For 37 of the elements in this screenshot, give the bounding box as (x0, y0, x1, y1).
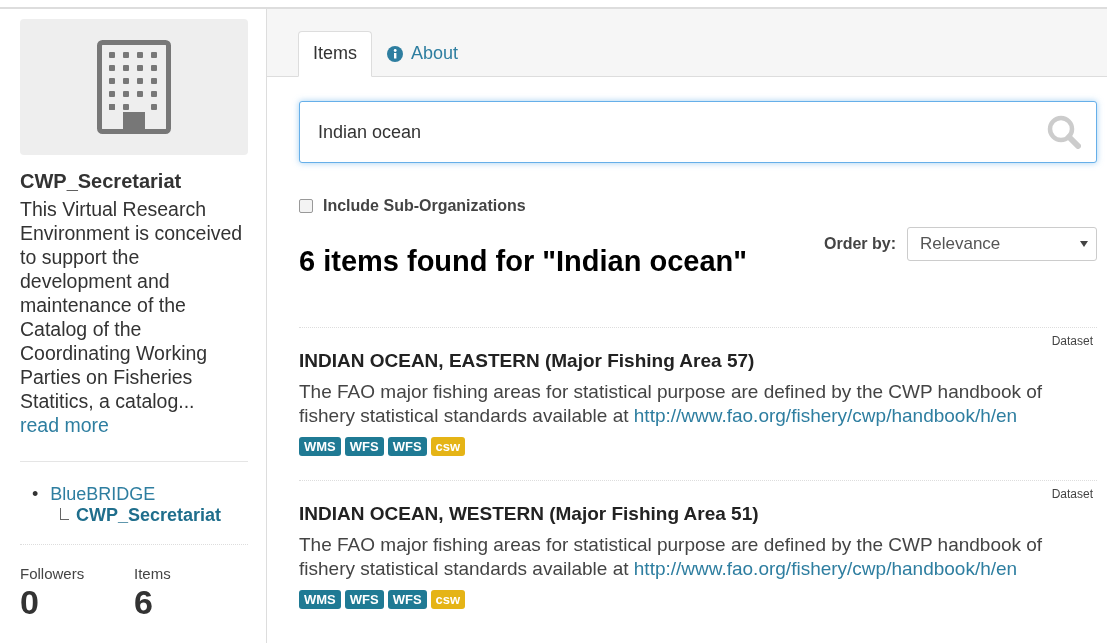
caret-icon (1080, 241, 1088, 247)
stat-value: 6 (134, 582, 154, 622)
order-by-label: Order by: (824, 235, 896, 253)
results-heading: 6 items found for "Indian ocean" (299, 245, 748, 278)
format-tag[interactable]: WFS (344, 437, 384, 456)
checkbox-label: Include Sub-Organizations (323, 197, 526, 215)
result-type: Dataset (1050, 334, 1094, 348)
result-type: Dataset (1050, 487, 1094, 501)
handbook-link[interactable]: http://www.fao.org/fishery/cwp/handbook/h/en (633, 405, 1018, 426)
order-by-dropdown[interactable]: Relevance (907, 227, 1097, 261)
format-tag[interactable]: WFS (387, 437, 427, 456)
read-more-link[interactable]: read more (20, 414, 109, 436)
tree-connector (60, 508, 69, 520)
bullet: • (32, 484, 39, 504)
result-title[interactable]: INDIAN OCEAN, EASTERN (Major Fishing Area 57) (299, 350, 1097, 372)
building-icon (97, 40, 171, 134)
stat-label: Items (134, 565, 172, 582)
organization-name: CWP_Secretariat (20, 170, 183, 193)
format-tag[interactable]: WMS (299, 590, 341, 609)
tab[interactable]: About (372, 31, 474, 77)
search-icon[interactable] (1047, 115, 1081, 149)
format-tag[interactable]: WFS (344, 590, 384, 609)
child-organization-link[interactable]: CWP_Secretariat (76, 505, 222, 526)
parent-organization-link[interactable]: BlueBRIDGE (50, 484, 156, 504)
format-tag[interactable]: WMS (299, 437, 341, 456)
organization-description: This Virtual Research Environment is conceived to support the development and maintenance of the Catalog of the Coordinating Working Parties on Fisheries Statitics, a catalog... read more (20, 197, 244, 437)
result-description: The FAO major fishing areas for statistical purpose are defined by the CWP handbook of fishery statistical standards available at http://www.fao.org/fishery/cwp/handbook/h/en (299, 533, 1044, 581)
search-field[interactable]: Indian ocean (299, 101, 1097, 163)
checkbox[interactable] (299, 199, 313, 213)
stat-value: 0 (20, 582, 40, 622)
stat-label: Followers (20, 565, 86, 582)
handbook-link[interactable]: http://www.fao.org/fishery/cwp/handbook/h/en (633, 558, 1018, 579)
format-tag[interactable]: WFS (387, 590, 427, 609)
result-title[interactable]: INDIAN OCEAN, WESTERN (Major Fishing Area 51) (299, 503, 1097, 525)
info-icon (387, 45, 403, 62)
tab[interactable]: Items (298, 31, 372, 77)
result-description: The FAO major fishing areas for statistical purpose are defined by the CWP handbook of fishery statistical standards available at http://www.fao.org/fishery/cwp/handbook/h/en (299, 380, 1044, 428)
